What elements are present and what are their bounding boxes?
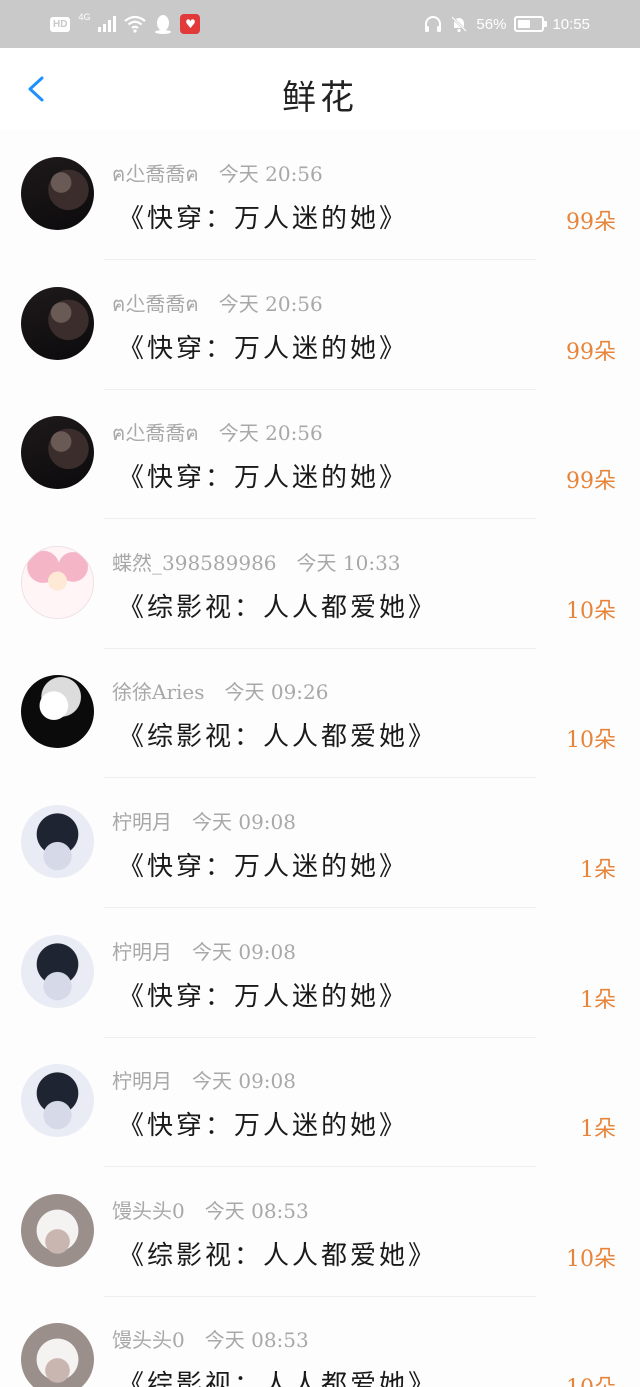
book-title[interactable]: 《快穿：万人迷的她》 bbox=[118, 457, 408, 494]
page-title: 鲜花 bbox=[282, 78, 358, 118]
list-item[interactable]: 馒头头0 今天 08:53 《综影视：人人都爱她》 10朵 bbox=[0, 1296, 640, 1387]
list-item[interactable]: 蝶然_398589986 今天 10:33 《综影视：人人都爱她》 10朵 bbox=[0, 519, 640, 649]
entry-meta: 馒头头0 今天 08:53 bbox=[112, 1324, 309, 1353]
sender-name[interactable]: 柠明月 bbox=[112, 940, 172, 964]
list-item[interactable]: ฅ尐喬喬ฅ 今天 20:56 《快穿：万人迷的她》 99朵 bbox=[0, 260, 640, 390]
status-bar: HD 4G ♥ 56% 10:55 bbox=[0, 0, 640, 48]
entry-meta: 徐徐Aries 今天 09:26 bbox=[112, 676, 329, 705]
sender-name[interactable]: 柠明月 bbox=[112, 810, 172, 834]
flower-count: 1朵 bbox=[580, 858, 616, 883]
avatar[interactable] bbox=[21, 675, 94, 748]
top-navigation-bar: 鲜花 bbox=[0, 48, 640, 130]
timestamp: 今天 08:53 bbox=[204, 1199, 309, 1223]
mute-bell-icon bbox=[451, 16, 468, 33]
book-title[interactable]: 《快穿：万人迷的她》 bbox=[118, 198, 408, 235]
entry-meta: 馒头头0 今天 08:53 bbox=[112, 1195, 309, 1224]
list-item[interactable]: 柠明月 今天 09:08 《快穿：万人迷的她》 1朵 bbox=[0, 778, 640, 908]
timestamp: 今天 09:08 bbox=[192, 810, 296, 834]
flower-gift-list[interactable]: ฅ尐喬喬ฅ 今天 20:56 《快穿：万人迷的她》 99朵 ฅ尐喬喬ฅ 今天 20:56 《… bbox=[0, 130, 640, 1387]
sender-name[interactable]: 徐徐Aries bbox=[112, 680, 205, 704]
headphones-icon bbox=[425, 16, 442, 32]
avatar[interactable] bbox=[21, 546, 94, 619]
book-title[interactable]: 《综影视：人人都爱她》 bbox=[118, 716, 437, 753]
list-item[interactable]: ฅ尐喬喬ฅ 今天 20:56 《快穿：万人迷的她》 99朵 bbox=[0, 389, 640, 519]
entry-meta: ฅ尐喬喬ฅ 今天 20:56 bbox=[112, 417, 323, 449]
book-title[interactable]: 《综影视：人人都爱她》 bbox=[118, 1235, 437, 1272]
list-item[interactable]: 馒头头0 今天 08:53 《综影视：人人都爱她》 10朵 bbox=[0, 1167, 640, 1297]
timestamp: 今天 09:26 bbox=[224, 680, 329, 704]
sender-name[interactable]: 馒头头0 bbox=[112, 1328, 185, 1352]
book-title[interactable]: 《快穿：万人迷的她》 bbox=[118, 976, 408, 1013]
clock: 10:55 bbox=[552, 15, 590, 33]
list-item[interactable]: ฅ尐喬喬ฅ 今天 20:56 《快穿：万人迷的她》 99朵 bbox=[0, 130, 640, 260]
flower-count: 99朵 bbox=[566, 340, 616, 365]
battery-fill bbox=[518, 20, 531, 28]
sender-name[interactable]: 蝶然_398589986 bbox=[112, 551, 277, 575]
app-notification-icon: ♥ bbox=[180, 14, 201, 34]
battery-percent: 56% bbox=[476, 15, 507, 33]
entry-meta: 柠明月 今天 09:08 bbox=[112, 1065, 296, 1094]
hd-badge: HD bbox=[50, 16, 71, 32]
signal-icon bbox=[98, 16, 117, 32]
flower-count: 1朵 bbox=[580, 988, 616, 1013]
avatar[interactable] bbox=[21, 935, 94, 1008]
sender-name[interactable]: 馒头头0 bbox=[112, 1199, 185, 1223]
sender-name[interactable]: ฅ尐喬喬ฅ bbox=[112, 421, 199, 445]
network-type: 4G bbox=[78, 12, 91, 22]
flower-count: 99朵 bbox=[566, 210, 616, 235]
avatar[interactable] bbox=[21, 157, 94, 230]
flower-count: 10朵 bbox=[566, 1247, 616, 1272]
avatar[interactable] bbox=[21, 1194, 94, 1267]
list-item[interactable]: 徐徐Aries 今天 09:26 《综影视：人人都爱她》 10朵 bbox=[0, 648, 640, 778]
entry-meta: ฅ尐喬喬ฅ 今天 20:56 bbox=[112, 288, 323, 320]
book-title[interactable]: 《快穿：万人迷的她》 bbox=[118, 1105, 408, 1142]
qq-penguin-icon bbox=[155, 15, 172, 34]
flower-count: 99朵 bbox=[566, 469, 616, 494]
timestamp: 今天 09:08 bbox=[192, 1069, 296, 1093]
list-item[interactable]: 柠明月 今天 09:08 《快穿：万人迷的她》 1朵 bbox=[0, 1037, 640, 1167]
sender-name[interactable]: ฅ尐喬喬ฅ bbox=[112, 162, 199, 186]
avatar[interactable] bbox=[21, 805, 94, 878]
avatar[interactable] bbox=[21, 416, 94, 489]
status-bar-left: HD 4G ♥ bbox=[50, 12, 201, 36]
sender-name[interactable]: ฅ尐喬喬ฅ bbox=[112, 292, 199, 316]
timestamp: 今天 20:56 bbox=[218, 162, 323, 186]
timestamp: 今天 08:53 bbox=[204, 1328, 309, 1352]
timestamp: 今天 20:56 bbox=[218, 421, 323, 445]
flower-count: 10朵 bbox=[566, 1370, 616, 1387]
timestamp: 今天 20:56 bbox=[218, 292, 323, 316]
entry-meta: 柠明月 今天 09:08 bbox=[112, 936, 296, 965]
sender-name[interactable]: 柠明月 bbox=[112, 1069, 172, 1093]
entry-meta: 蝶然_398589986 今天 10:33 bbox=[112, 547, 401, 576]
avatar[interactable] bbox=[21, 287, 94, 360]
flower-count: 10朵 bbox=[566, 728, 616, 753]
wifi-icon bbox=[124, 15, 147, 33]
flower-count: 10朵 bbox=[566, 599, 616, 624]
avatar[interactable] bbox=[21, 1323, 94, 1387]
book-title[interactable]: 《综影视：人人都爱她》 bbox=[118, 587, 437, 624]
avatar[interactable] bbox=[21, 1064, 94, 1137]
timestamp: 今天 09:08 bbox=[192, 940, 296, 964]
book-title[interactable]: 《快穿：万人迷的她》 bbox=[118, 328, 408, 365]
entry-meta: ฅ尐喬喬ฅ 今天 20:56 bbox=[112, 158, 323, 190]
status-bar-right: 56% 10:55 bbox=[424, 12, 590, 36]
book-title[interactable]: 《综影视：人人都爱她》 bbox=[118, 1364, 437, 1387]
timestamp: 今天 10:33 bbox=[296, 551, 401, 575]
battery-icon bbox=[514, 16, 548, 32]
book-title[interactable]: 《快穿：万人迷的她》 bbox=[118, 846, 408, 883]
flower-count: 1朵 bbox=[580, 1117, 616, 1142]
entry-meta: 柠明月 今天 09:08 bbox=[112, 806, 296, 835]
list-item[interactable]: 柠明月 今天 09:08 《快穿：万人迷的她》 1朵 bbox=[0, 908, 640, 1038]
